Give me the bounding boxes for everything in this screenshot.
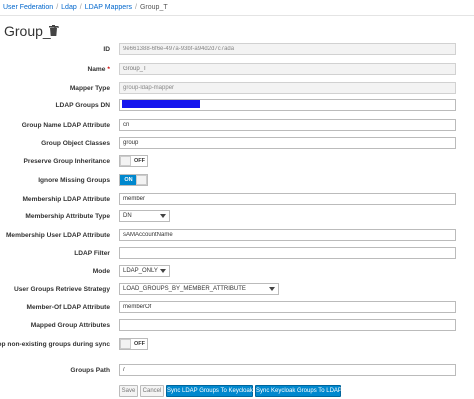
row-ldap-groups-dn: LDAP Groups DN	[0, 98, 474, 114]
member-of-ldap-attribute-field[interactable]	[119, 301, 456, 313]
group-object-classes-field[interactable]	[119, 137, 456, 149]
toggle-state: OFF	[134, 341, 145, 347]
breadcrumb-current: Group_T	[139, 4, 168, 11]
ldap-filter-label: LDAP Filter	[74, 250, 110, 257]
row-group-name-ldap-attribute: Group Name LDAP Attribute	[0, 118, 474, 134]
row-mapped-group-attributes: Mapped Group Attributes	[0, 318, 474, 334]
breadcrumb-ldap-mappers[interactable]: LDAP Mappers	[85, 4, 132, 11]
membership-attribute-type-select[interactable]: DN	[119, 210, 170, 222]
groups-path-field[interactable]	[119, 364, 456, 376]
chevron-down-icon	[160, 269, 166, 273]
membership-attribute-type-label: Membership Attribute Type	[25, 213, 110, 220]
select-value: LOAD_GROUPS_BY_MEMBER_ATTRIBUTE	[123, 286, 246, 292]
id-field	[119, 43, 456, 55]
name-label-text: Name	[87, 66, 106, 73]
groups-path-label: Groups Path	[70, 367, 110, 374]
select-value: DN	[123, 213, 132, 219]
name-field[interactable]	[119, 63, 456, 75]
member-of-ldap-attribute-label: Member-Of LDAP Attribute	[26, 304, 110, 311]
user-groups-retrieve-strategy-label: User Groups Retrieve Strategy	[13, 286, 110, 293]
row-name: Name *	[0, 62, 474, 78]
row-id: ID	[0, 42, 474, 58]
breadcrumb-separator: /	[135, 4, 137, 11]
toggle-state: OFF	[134, 158, 145, 164]
drop-non-existing-groups-toggle[interactable]: OFF	[119, 338, 148, 350]
required-mark: *	[107, 66, 110, 73]
ignore-missing-groups-toggle[interactable]: ON	[119, 174, 148, 186]
user-groups-retrieve-strategy-select[interactable]: LOAD_GROUPS_BY_MEMBER_ATTRIBUTE	[119, 283, 279, 295]
group-name-ldap-attribute-label: Group Name LDAP Attribute	[21, 122, 110, 129]
mode-label: Mode	[92, 268, 110, 275]
breadcrumb: User Federation / Ldap / LDAP Mappers / Group_…	[3, 2, 168, 14]
row-groups-path: Groups Path	[0, 363, 474, 379]
ldap-groups-dn-label: LDAP Groups DN	[55, 102, 110, 109]
mapper-type-field	[119, 82, 456, 94]
toggle-knob	[120, 339, 131, 349]
cancel-button[interactable]: Cancel	[140, 385, 164, 397]
row-preserve-group-inheritance: Preserve Group Inheritance OFF	[0, 154, 474, 170]
name-label: Name *	[87, 62, 110, 78]
save-button[interactable]: Save	[119, 385, 138, 397]
breadcrumb-user-federation[interactable]: User Federation	[3, 4, 53, 11]
chevron-down-icon	[160, 214, 166, 218]
mapped-group-attributes-field[interactable]	[119, 319, 456, 331]
group-object-classes-label: Group Object Classes	[41, 140, 110, 147]
membership-ldap-attribute-label: Membership LDAP Attribute	[22, 196, 110, 203]
preserve-group-inheritance-toggle[interactable]: OFF	[119, 155, 148, 167]
select-value: LDAP_ONLY	[123, 268, 158, 274]
breadcrumb-ldap[interactable]: Ldap	[61, 4, 77, 11]
mapped-group-attributes-label: Mapped Group Attributes	[30, 322, 110, 329]
breadcrumb-divider	[0, 15, 474, 16]
membership-ldap-attribute-field[interactable]	[119, 193, 456, 205]
row-ldap-filter: LDAP Filter	[0, 246, 474, 262]
toggle-knob	[120, 156, 131, 166]
row-group-object-classes: Group Object Classes	[0, 136, 474, 152]
row-mapper-type: Mapper Type	[0, 81, 474, 97]
row-membership-ldap-attribute: Membership LDAP Attribute	[0, 192, 474, 208]
membership-user-ldap-attribute-label: Membership User LDAP Attribute	[5, 232, 110, 239]
chevron-down-icon	[269, 287, 275, 291]
mapper-type-label: Mapper Type	[69, 85, 110, 92]
toggle-knob	[136, 175, 147, 185]
ignore-missing-groups-label: Ignore Missing Groups	[38, 177, 110, 184]
sync-ldap-to-keycloak-button[interactable]: Sync LDAP Groups To Keycloak	[166, 385, 253, 397]
breadcrumb-separator: /	[79, 4, 82, 11]
id-label: ID	[103, 46, 110, 53]
redaction-block	[122, 100, 200, 108]
row-membership-user-ldap-attribute: Membership User LDAP Attribute	[0, 228, 474, 244]
ldap-filter-field[interactable]	[119, 247, 456, 259]
toggle-state: ON	[120, 175, 137, 185]
preserve-group-inheritance-label: Preserve Group Inheritance	[23, 158, 111, 165]
row-drop-non-existing-groups: Drop non-existing groups during sync OFF	[0, 337, 474, 353]
breadcrumb-separator: /	[56, 4, 59, 11]
row-membership-attribute-type: Membership Attribute Type DN	[0, 209, 474, 225]
row-member-of-ldap-attribute: Member-Of LDAP Attribute	[0, 300, 474, 316]
membership-user-ldap-attribute-field[interactable]	[119, 229, 456, 241]
row-ignore-missing-groups: Ignore Missing Groups ON	[0, 173, 474, 189]
trash-icon[interactable]	[49, 25, 58, 36]
group-name-ldap-attribute-field[interactable]	[119, 119, 456, 131]
row-user-groups-retrieve-strategy: User Groups Retrieve Strategy LOAD_GROUP…	[0, 282, 474, 298]
mode-select[interactable]: LDAP_ONLY	[119, 265, 170, 277]
drop-non-existing-groups-label: Drop non-existing groups during sync	[0, 341, 110, 348]
sync-keycloak-to-ldap-button[interactable]: Sync Keycloak Groups To LDAP	[255, 385, 342, 397]
row-mode: Mode LDAP_ONLY	[0, 264, 474, 280]
